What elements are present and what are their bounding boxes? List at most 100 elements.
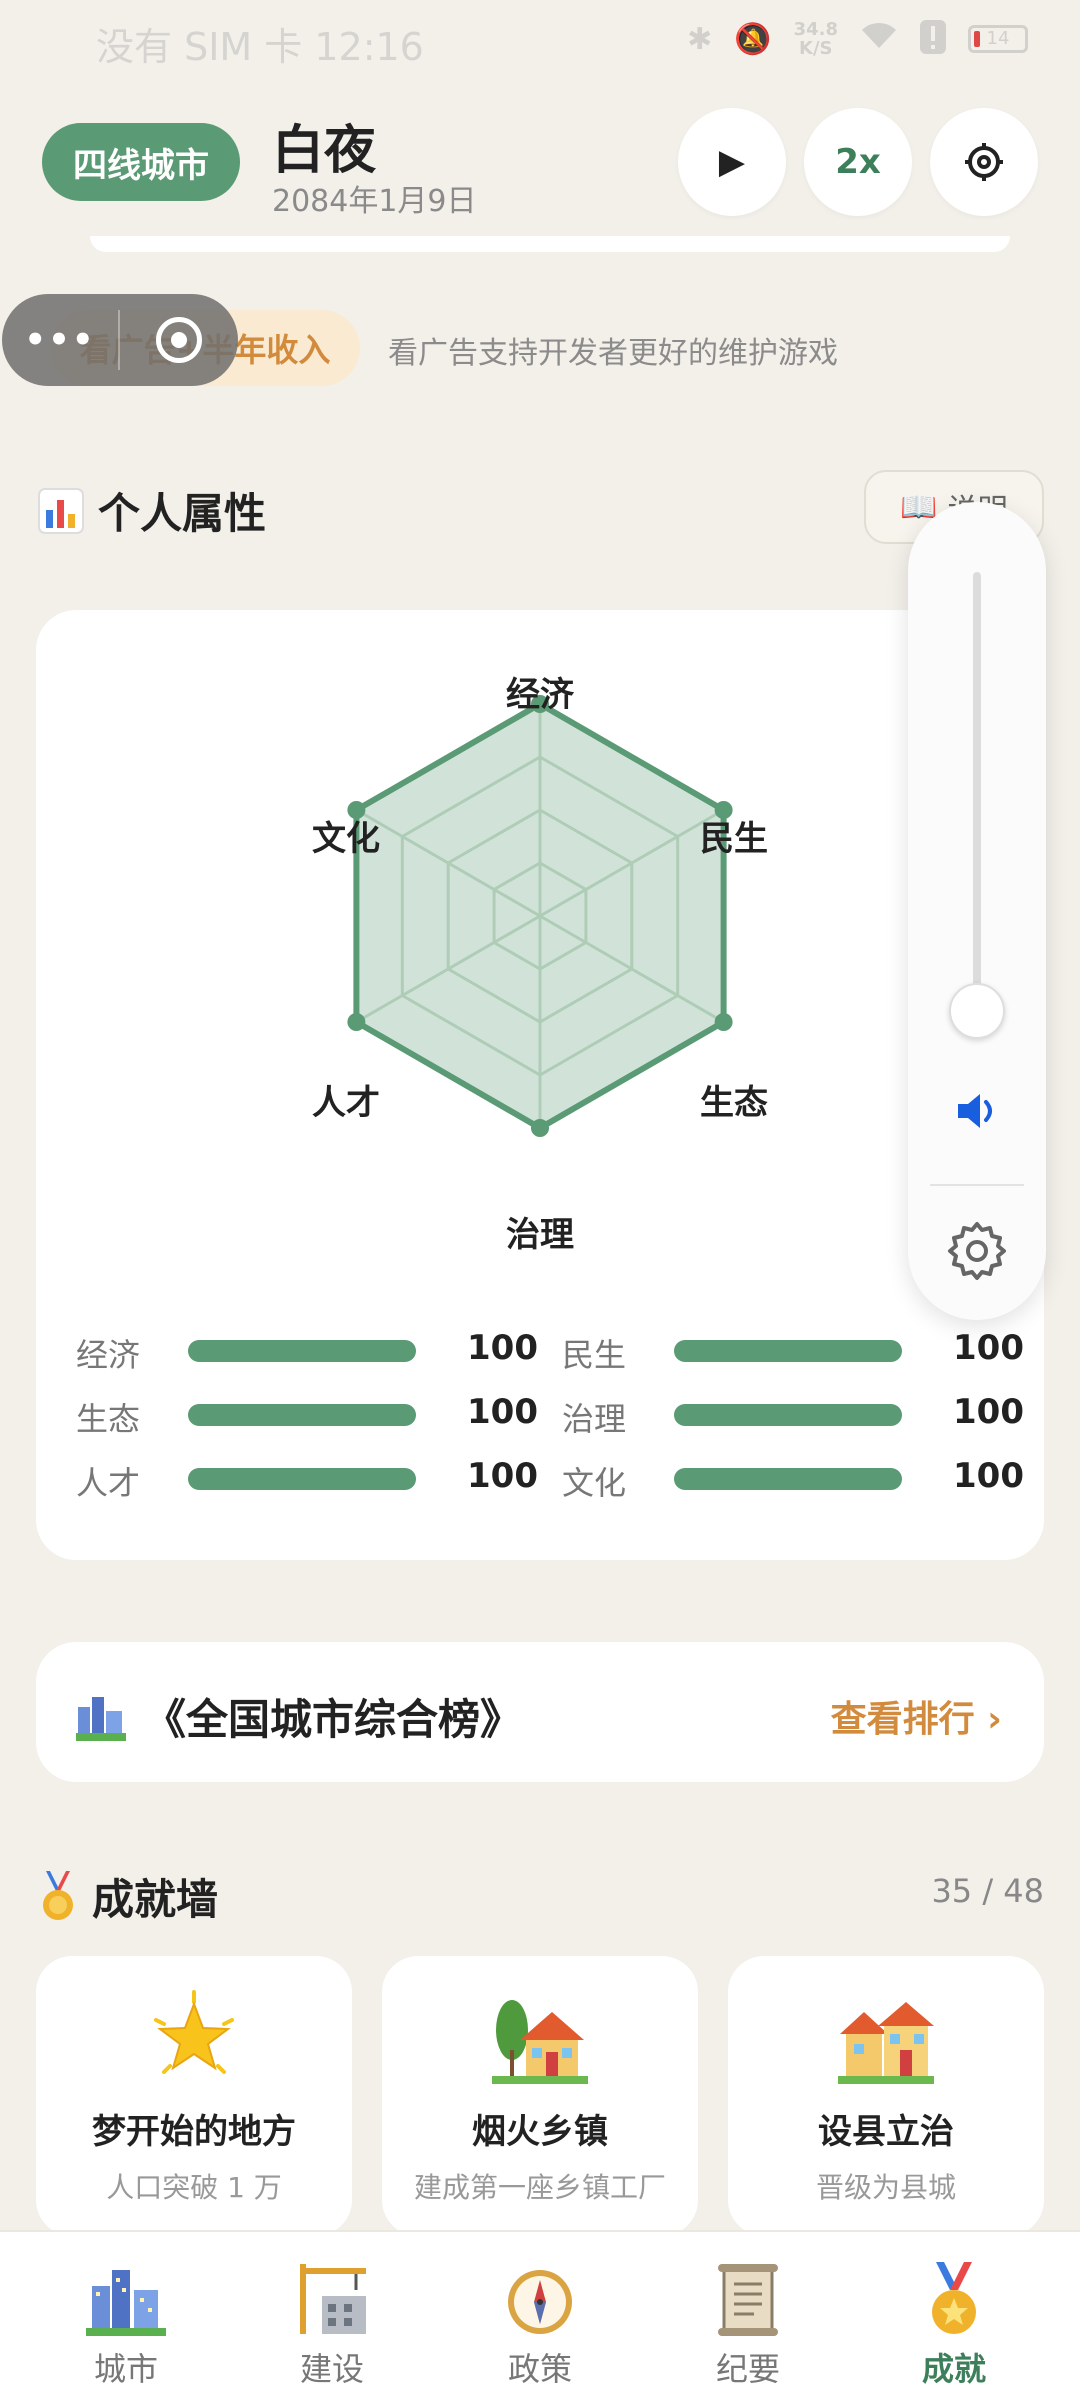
city-tier-badge: 四线城市 <box>42 123 240 201</box>
status-bar: 没有 SIM 卡 12:16 ✱ 🔕 34.8 K/S 14 <box>0 0 1080 80</box>
nav-label: 成就 <box>921 2350 986 2388</box>
network-speed: 34.8 K/S <box>794 20 838 58</box>
settings-button[interactable] <box>930 108 1038 216</box>
nav-label: 城市 <box>93 2350 158 2388</box>
battery-level: 14 <box>986 28 1010 49</box>
houses-icon <box>728 1990 1044 2086</box>
nav-item-city[interactable]: 城市 <box>18 2232 234 2400</box>
ranking-title: 《全国城市综合榜》 <box>144 1695 523 1744</box>
nav-label: 建设 <box>299 2350 364 2388</box>
stat-label: 民生 <box>562 1336 627 1374</box>
attributes-heading: 个人属性 <box>38 480 266 541</box>
status-icons: ✱ 🔕 34.8 K/S 14 <box>687 14 1028 64</box>
mute-bell-icon: 🔕 <box>734 21 772 57</box>
volume-slider-knob[interactable] <box>949 982 1005 1039</box>
stat-label: 文化 <box>562 1464 627 1502</box>
stat-value: 100 <box>467 1456 538 1496</box>
speed-button[interactable]: 2x <box>804 108 912 216</box>
bar-chart-icon <box>38 487 84 534</box>
radar-point <box>531 1119 549 1137</box>
achievement-card[interactable]: 设县立治 晋级为县城 <box>728 1956 1044 2236</box>
play-button[interactable]: ▶ <box>678 108 786 216</box>
status-carrier-time: 没有 SIM 卡 12:16 <box>96 25 424 69</box>
nav-item-build[interactable]: 建设 <box>224 2232 440 2400</box>
radar-axis-label: 民生 <box>700 819 768 859</box>
radar-axis-label: 人才 <box>312 1083 380 1123</box>
stat-value: 100 <box>467 1328 538 1368</box>
battery-indicator: 14 <box>968 25 1028 53</box>
network-speed-unit: K/S <box>799 38 833 59</box>
radar-axis-label: 文化 <box>312 819 380 859</box>
achievements-heading: 成就墙 <box>38 1866 218 1927</box>
play-icon: ▶ <box>718 142 746 182</box>
cityscape-icon <box>76 1696 126 1741</box>
stat-bar <box>188 1468 416 1490</box>
achievements-title: 成就墙 <box>92 1875 219 1924</box>
stat-bar <box>674 1340 902 1362</box>
stat-bar <box>188 1404 416 1426</box>
radar-point <box>347 1013 366 1031</box>
stat-bar <box>674 1468 902 1490</box>
stat-value: 100 <box>467 1392 538 1432</box>
cityscape-icon <box>86 2270 166 2336</box>
bottom-nav: 城市 建设 政策 纪要 成就 <box>0 2230 1080 2400</box>
stat-bar <box>674 1404 902 1426</box>
radar-point <box>714 1013 733 1031</box>
nav-item-policy[interactable]: 政策 <box>432 2232 648 2400</box>
radar-point <box>714 801 733 819</box>
gear-icon <box>965 143 1003 181</box>
view-ranking-link[interactable]: 查看排行 › <box>831 1690 1002 1742</box>
stat-label: 生态 <box>76 1400 141 1438</box>
alert-icon <box>920 20 946 58</box>
ad-description: 看广告支持开发者更好的维护游戏 <box>388 336 838 371</box>
stat-label: 治理 <box>562 1400 627 1438</box>
achievement-desc: 晋级为县城 <box>815 2171 956 2204</box>
close-target-icon[interactable] <box>156 317 202 363</box>
achievement-name: 烟火乡镇 <box>472 2112 608 2152</box>
nav-label: 政策 <box>507 2350 572 2388</box>
achievement-desc: 建成第一座乡镇工厂 <box>413 2171 666 2204</box>
radar-axis-label: 治理 <box>506 1215 574 1255</box>
volume-panel <box>908 502 1046 1320</box>
radar-point <box>347 801 366 819</box>
radar-axis-label: 经济 <box>506 675 575 715</box>
ranking-card[interactable]: 《全国城市综合榜》 查看排行 › <box>36 1642 1044 1782</box>
construction-icon <box>300 2264 366 2334</box>
achievements-count: 35 / 48 <box>931 1872 1044 1910</box>
achievement-name: 梦开始的地方 <box>92 2112 296 2152</box>
stat-label: 经济 <box>76 1336 141 1374</box>
player-name: 白夜 <box>272 121 377 181</box>
radar-axis-label: 生态 <box>700 1083 768 1123</box>
medal-icon <box>43 1870 73 1920</box>
stat-value: 100 <box>953 1456 1024 1496</box>
achievement-card[interactable]: 梦开始的地方 人口突破 1 万 <box>36 1956 352 2236</box>
stat-value: 100 <box>953 1328 1024 1368</box>
radar-chart: 经济民生生态治理 人才 文化 <box>312 675 768 1255</box>
volume-panel-divider <box>930 1184 1024 1186</box>
speed-label: 2x <box>835 142 881 182</box>
achievement-card[interactable]: 烟火乡镇 建成第一座乡镇工厂 <box>382 1956 698 2236</box>
cottage-icon <box>382 1990 698 2086</box>
bluetooth-icon: ✱ <box>687 21 713 57</box>
nav-label: 纪要 <box>715 2350 780 2388</box>
speaker-icon[interactable] <box>952 1086 1002 1140</box>
attributes-title: 个人属性 <box>98 489 267 538</box>
stat-label: 人才 <box>76 1464 141 1502</box>
star-icon <box>36 1990 352 2086</box>
ranking-heading: 《全国城市综合榜》 <box>76 1686 522 1747</box>
nav-item-achievements[interactable]: 成就 <box>846 2232 1062 2400</box>
game-date: 2084年1月9日 <box>272 184 477 219</box>
achievement-desc: 人口突破 1 万 <box>106 2171 282 2204</box>
floating-capsule[interactable]: ••• <box>2 294 238 386</box>
volume-slider-track[interactable] <box>973 572 981 1032</box>
achievement-name: 设县立治 <box>818 2112 954 2152</box>
radar-value-area <box>353 701 727 1131</box>
scroll-icon <box>718 2264 778 2336</box>
more-dots-icon[interactable]: ••• <box>2 320 118 360</box>
gear-icon[interactable] <box>946 1220 1008 1286</box>
compass-icon <box>508 2270 572 2334</box>
wifi-icon <box>860 20 898 58</box>
stat-bar <box>188 1340 416 1362</box>
nav-item-notes[interactable]: 纪要 <box>640 2232 856 2400</box>
stat-value: 100 <box>953 1392 1024 1432</box>
